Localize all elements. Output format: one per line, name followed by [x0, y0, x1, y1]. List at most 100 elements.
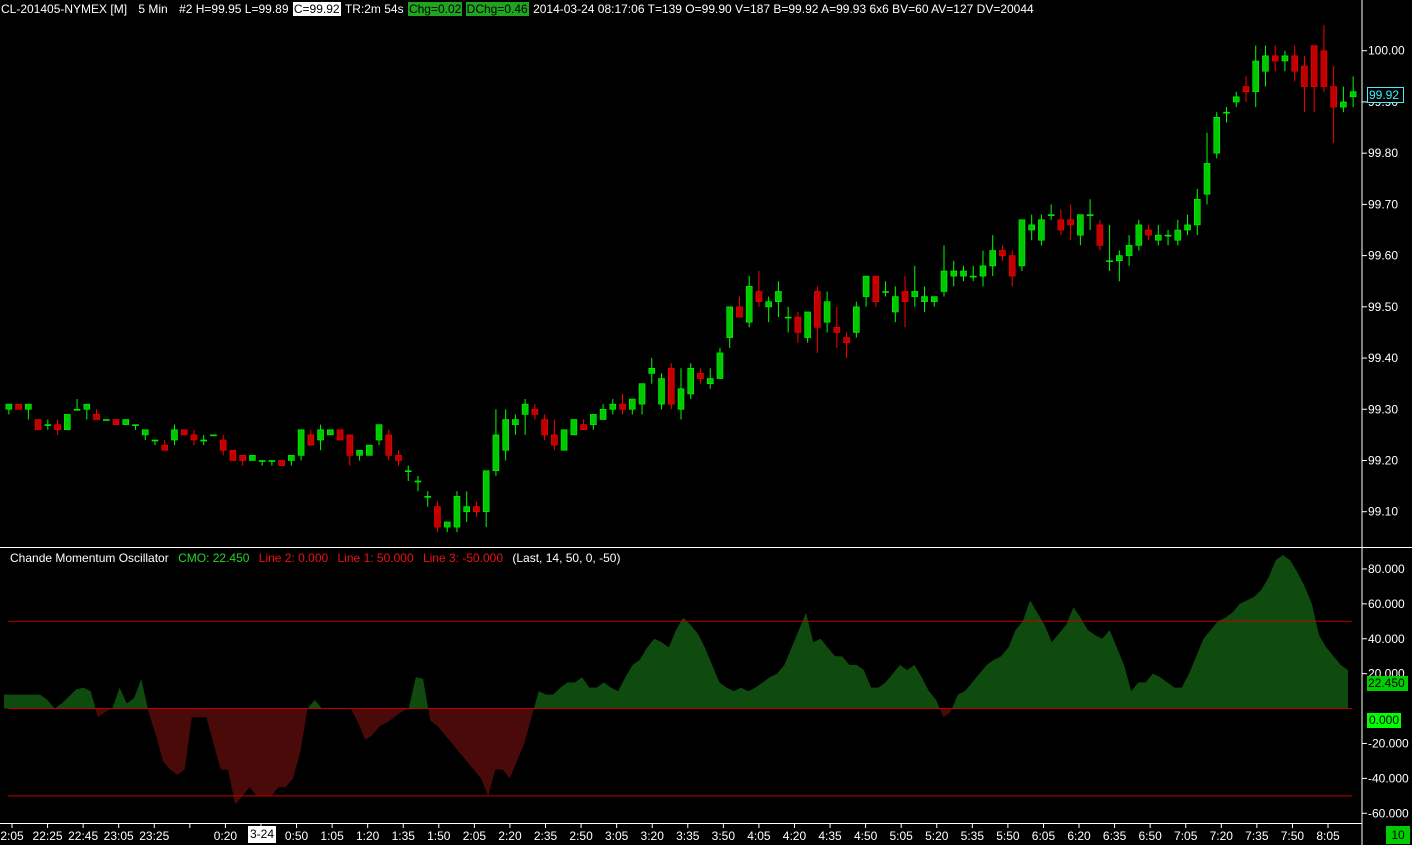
- candle-body: [862, 275, 870, 297]
- time-tick-label: 5:50: [996, 829, 1020, 843]
- candle-body: [999, 250, 1006, 256]
- bar-count-badge[interactable]: 10: [1386, 826, 1410, 844]
- time-tick-label: 2:35: [534, 829, 558, 843]
- candle: [473, 501, 480, 517]
- candle-body: [794, 316, 802, 333]
- candle-body: [44, 424, 52, 426]
- candle-body: [658, 378, 665, 405]
- time-tick-label: 4:35: [818, 829, 842, 843]
- time-tick-label: 23:25: [139, 829, 169, 843]
- candle: [102, 419, 110, 421]
- candle: [278, 460, 285, 466]
- candle-body: [638, 383, 646, 405]
- candle-body: [83, 403, 91, 410]
- price-tick-label: 99.80: [1368, 146, 1398, 160]
- candle-body: [278, 460, 285, 466]
- candle-body: [180, 429, 188, 436]
- candle-body: [1301, 65, 1308, 87]
- candle-body: [814, 291, 821, 328]
- candle-body: [132, 424, 139, 426]
- candle-body: [950, 270, 958, 277]
- symbol-label[interactable]: CL-201405-NYMEX [M]: [0, 2, 128, 16]
- candle: [1330, 66, 1337, 143]
- candle-body: [25, 403, 32, 410]
- time-tick-label: 2:05: [0, 829, 24, 843]
- candle: [434, 501, 441, 533]
- candle: [1203, 132, 1211, 205]
- price-tick-label: 99.70: [1368, 197, 1398, 211]
- candle-body: [1252, 60, 1260, 93]
- candle: [1155, 224, 1162, 246]
- candle: [15, 403, 22, 410]
- candle: [122, 419, 130, 425]
- cmo-tick-label: 40.000: [1368, 632, 1405, 646]
- candle: [570, 419, 578, 436]
- candle-body: [1125, 245, 1133, 256]
- candle: [1301, 55, 1308, 113]
- candle-body: [1291, 55, 1298, 72]
- candle: [83, 403, 91, 420]
- candle: [1096, 219, 1104, 251]
- candle: [200, 434, 207, 446]
- candle-body: [151, 439, 159, 442]
- candle: [872, 275, 880, 307]
- candle: [132, 424, 139, 430]
- candle: [814, 286, 821, 353]
- time-tick-label: 7:05: [1174, 829, 1198, 843]
- candle-body: [570, 419, 578, 436]
- candle: [492, 409, 500, 476]
- candle-body: [1057, 219, 1065, 231]
- candle-body: [288, 455, 295, 461]
- candle: [775, 281, 782, 318]
- candle-body: [375, 424, 383, 441]
- chart-canvas[interactable]: 100.0099.9099.8099.7099.6099.5099.4099.3…: [0, 0, 1412, 845]
- candle-body: [365, 444, 373, 456]
- candle: [619, 393, 626, 415]
- candle: [706, 368, 714, 389]
- cmo-value-tag: 22.450: [1367, 676, 1408, 691]
- time-tick-label: 5:35: [961, 829, 985, 843]
- candle-body: [249, 455, 256, 461]
- time-tick-label: 4:05: [747, 829, 771, 843]
- interval-label[interactable]: 5 Min: [137, 2, 168, 16]
- candle: [404, 465, 412, 481]
- candle-body: [1320, 50, 1328, 87]
- candle: [921, 286, 928, 312]
- time-tick-label: 0:20: [214, 829, 238, 843]
- candle: [317, 424, 324, 451]
- time-tick-label: 8:05: [1316, 829, 1340, 843]
- candle-body: [521, 403, 529, 415]
- candle-body: [190, 434, 198, 441]
- candle-body: [473, 506, 480, 513]
- candle: [1232, 91, 1240, 108]
- candle: [843, 332, 850, 359]
- candle-body: [122, 419, 130, 425]
- cmo-tick-label: -20.000: [1368, 736, 1409, 750]
- cmo-tick-label: -60.000: [1368, 806, 1409, 820]
- time-tick-label: 2:05: [463, 829, 487, 843]
- candle: [356, 449, 363, 461]
- candle-body: [541, 419, 548, 436]
- candle-body: [1106, 260, 1113, 263]
- candle: [658, 373, 665, 410]
- candle: [892, 286, 899, 323]
- time-tick-label: 22:45: [68, 829, 98, 843]
- candle-body: [327, 429, 334, 436]
- candle: [141, 429, 149, 440]
- stats-b: 2014-03-24 08:17:06 T=139 O=99.90 V=187 …: [533, 2, 1034, 16]
- candle-body: [921, 296, 928, 303]
- candle-body: [1203, 163, 1211, 195]
- candle-body: [560, 429, 568, 451]
- candle: [64, 414, 71, 431]
- candle-body: [892, 296, 899, 313]
- candle-body: [784, 316, 792, 319]
- indicator-title[interactable]: Chande Momentum Oscillator CMO: 22.450 L…: [10, 551, 626, 565]
- candle: [804, 311, 811, 343]
- candle-body: [667, 367, 675, 405]
- candle-body: [297, 429, 305, 456]
- candle-body: [599, 408, 607, 420]
- candle: [1077, 214, 1084, 246]
- candle: [482, 470, 490, 528]
- time-tick-label: 5:20: [925, 829, 949, 843]
- candle-body: [200, 439, 207, 442]
